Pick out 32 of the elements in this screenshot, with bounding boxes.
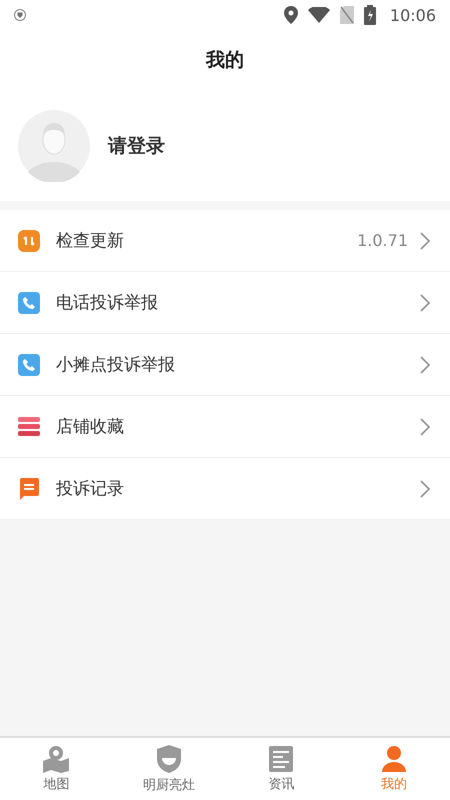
shield-icon: [14, 9, 26, 21]
nav-tab[interactable]: 明厨亮灶: [112, 738, 225, 800]
stack-icon: [18, 416, 40, 438]
nav-tab[interactable]: 地图: [0, 738, 112, 800]
message-icon: [18, 476, 40, 500]
phone-icon: [18, 292, 40, 314]
menu-item[interactable]: 投诉记录: [0, 458, 450, 520]
menu-item[interactable]: 检查更新 1.0.71: [0, 210, 450, 272]
chevron-right-icon: [420, 418, 430, 436]
nav-tab[interactable]: 资讯: [225, 738, 338, 800]
version-text: 1.0.71: [357, 231, 408, 250]
user-icon: [380, 745, 407, 773]
battery-icon: [364, 5, 376, 25]
news-icon: [268, 745, 294, 773]
wifi-icon: [308, 7, 330, 23]
map-pin-icon: [41, 745, 72, 773]
menu-item[interactable]: 小摊点投诉举报: [0, 334, 450, 396]
no-sim-icon: [340, 6, 354, 24]
chevron-right-icon: [420, 480, 430, 498]
menu-item[interactable]: 电话投诉举报: [0, 272, 450, 334]
chevron-right-icon: [420, 294, 430, 312]
refresh-icon: [18, 230, 40, 252]
phone-icon: [18, 354, 40, 376]
page-title: 我的: [206, 48, 244, 73]
menu-item[interactable]: 店铺收藏: [0, 396, 450, 458]
shield-bowl-icon: [154, 744, 183, 774]
location-icon: [284, 6, 298, 24]
avatar-icon[interactable]: [18, 110, 90, 182]
chevron-right-icon: [420, 232, 430, 250]
status-time: 10:06: [390, 6, 436, 24]
login-prompt[interactable]: 请登录: [108, 132, 165, 158]
chevron-right-icon: [420, 356, 430, 374]
